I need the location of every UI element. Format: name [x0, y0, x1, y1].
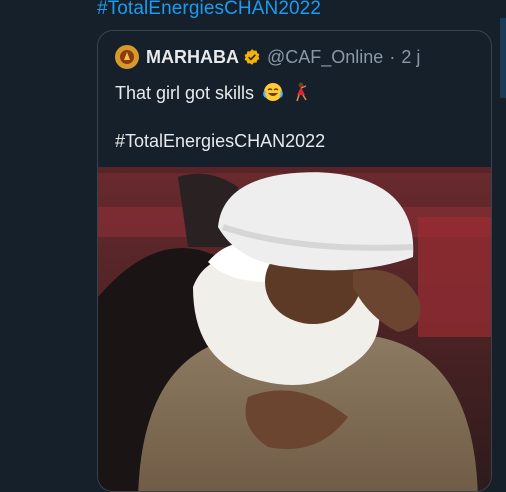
- separator: ·: [389, 46, 396, 67]
- quoted-tweet-text: That girl got skills: [115, 81, 475, 108]
- quoted-tweet-hashtag[interactable]: #TotalEnergiesCHAN2022: [115, 131, 325, 152]
- quoted-tweet-header: MARHABA @CAF_Online · 2 j: [115, 44, 420, 70]
- author-name[interactable]: MARHABA: [146, 47, 239, 68]
- scrollbar-accent: [500, 18, 506, 98]
- hashtag-link[interactable]: #TotalEnergiesCHAN2022: [97, 0, 321, 20]
- author-handle[interactable]: @CAF_Online: [267, 47, 383, 68]
- avatar[interactable]: [115, 45, 139, 69]
- dancer-icon: [292, 82, 310, 108]
- face-with-tears-of-joy-icon: [263, 82, 283, 108]
- timestamp[interactable]: 2 j: [401, 47, 420, 68]
- verified-badge-icon: [244, 49, 260, 65]
- tweet-media-image[interactable]: [98, 167, 491, 491]
- quoted-tweet-card[interactable]: MARHABA @CAF_Online · 2 j That girl got …: [97, 30, 492, 492]
- tweet-text-line: That girl got skills: [115, 83, 255, 103]
